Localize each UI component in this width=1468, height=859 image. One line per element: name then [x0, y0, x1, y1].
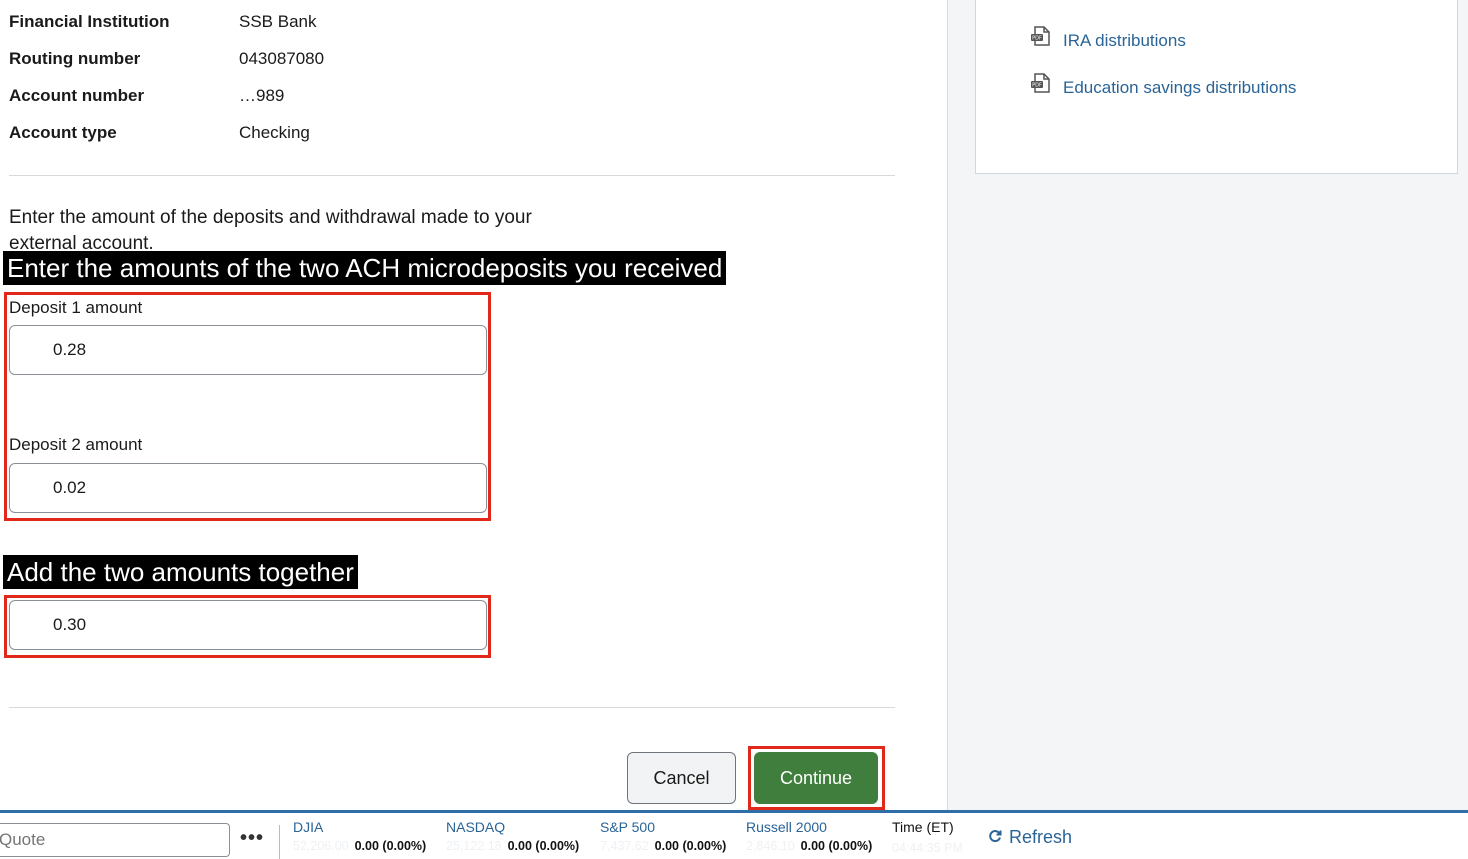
doc-link-label: IRA distributions [1063, 30, 1186, 50]
ellipsis-icon[interactable]: ••• [240, 827, 264, 850]
deposit1-label: Deposit 1 amount [9, 298, 143, 317]
index-value: 7,437.62 [600, 839, 649, 853]
index-value: 25,122.18 [446, 839, 502, 853]
doc-link-education[interactable]: PDF Education savings distributions [1030, 73, 1296, 102]
instructions-text: Enter the amount of the deposits and wit… [9, 207, 532, 251]
market-ticker-bar: ••• DJIA 52,206.00 0.00 (0.00%) NASDAQ 2… [0, 810, 1468, 859]
info-value: 043087080 [239, 49, 325, 68]
time-label: Time (ET) [892, 819, 954, 835]
refresh-button[interactable]: Refresh [988, 827, 1072, 848]
index-name: NASDAQ [446, 819, 506, 835]
index-value: 52,206.00 [293, 839, 349, 853]
divider [9, 175, 895, 176]
deposit1-input[interactable] [9, 325, 487, 375]
index-name: S&P 500 [600, 819, 656, 835]
svg-text:PDF: PDF [1032, 36, 1042, 42]
index-russell[interactable]: Russell 2000 2,846.10 0.00 (0.00%) [746, 819, 872, 853]
info-value: …989 [239, 86, 285, 105]
refresh-label: Refresh [1009, 827, 1073, 847]
pdf-document-icon: PDF [1030, 73, 1051, 102]
index-change: 0.00 (0.00%) [654, 839, 727, 853]
callout-microdeposits: Enter the amounts of the two ACH microde… [3, 251, 727, 285]
refresh-icon [988, 827, 1002, 848]
ticker-divider [279, 825, 280, 859]
info-value: SSB Bank [239, 12, 317, 31]
svg-text:PDF: PDF [1032, 83, 1042, 89]
index-change: 0.00 (0.00%) [800, 839, 873, 853]
divider [9, 707, 895, 708]
index-change: 0.00 (0.00%) [507, 839, 580, 853]
index-sp500[interactable]: S&P 500 7,437.62 0.00 (0.00%) [600, 819, 726, 853]
callout-add-together: Add the two amounts together [3, 555, 358, 589]
main-content: Financial Institution SSB Bank Routing n… [0, 0, 946, 812]
continue-button[interactable]: Continue [754, 752, 878, 804]
doc-link-ira[interactable]: PDF IRA distributions [1030, 26, 1186, 55]
doc-link-label: Education savings distributions [1063, 77, 1297, 97]
index-name: Russell 2000 [746, 819, 827, 835]
info-label: Financial Institution [9, 12, 170, 31]
pdf-document-icon: PDF [1030, 26, 1051, 55]
total-input[interactable] [9, 600, 487, 650]
deposit2-label: Deposit 2 amount [9, 435, 143, 454]
index-change: 0.00 (0.00%) [354, 839, 427, 853]
info-label: Account number [9, 86, 145, 105]
quote-input[interactable] [0, 823, 230, 857]
time-value: 04:44:35 PM [892, 841, 963, 855]
index-djia[interactable]: DJIA 52,206.00 0.00 (0.00%) [293, 819, 426, 853]
index-name: DJIA [293, 819, 324, 835]
info-label: Routing number [9, 49, 141, 68]
deposit2-input[interactable] [9, 463, 487, 513]
info-label: Account type [9, 123, 117, 142]
cancel-button[interactable]: Cancel [627, 752, 736, 804]
info-value: Checking [239, 123, 310, 142]
index-nasdaq[interactable]: NASDAQ 25,122.18 0.00 (0.00%) [446, 819, 579, 853]
index-value: 2,846.10 [746, 839, 795, 853]
